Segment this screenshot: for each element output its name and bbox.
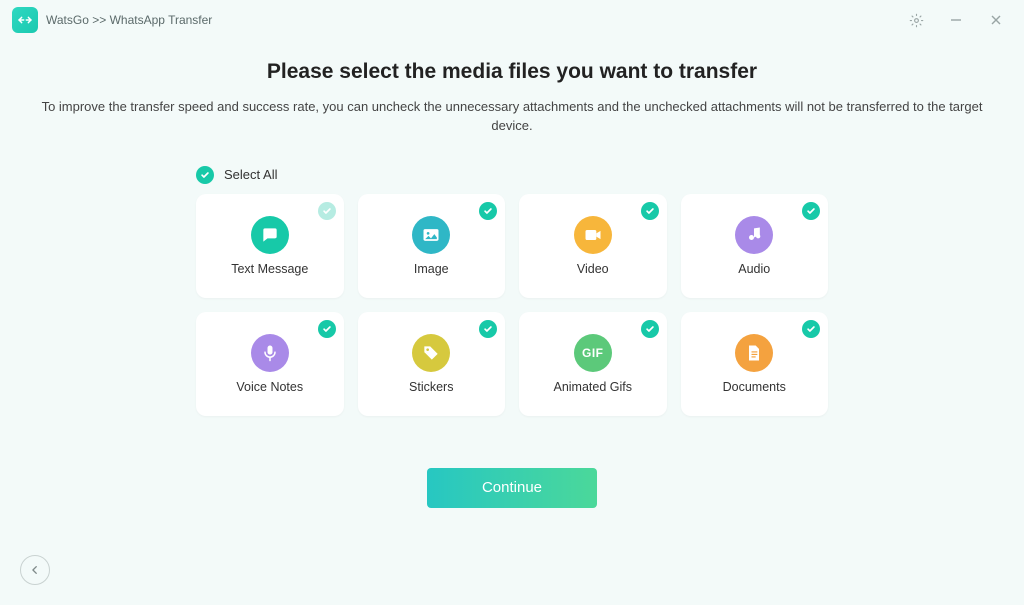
media-card-checkbox[interactable] <box>802 320 820 338</box>
logo-icon <box>17 12 33 28</box>
page-subtitle: To improve the transfer speed and succes… <box>0 98 1024 136</box>
minimize-button[interactable] <box>936 5 976 35</box>
audio-icon <box>735 216 773 254</box>
media-card[interactable]: Image <box>358 194 506 298</box>
media-card[interactable]: Stickers <box>358 312 506 416</box>
check-icon <box>483 206 493 216</box>
check-icon <box>322 324 332 334</box>
media-card-label: Audio <box>738 262 770 276</box>
media-grid: Text Message Image Video Audio Voice Notes St… <box>196 194 828 416</box>
media-card[interactable]: GIF Animated Gifs <box>519 312 667 416</box>
media-card-label: Stickers <box>409 380 453 394</box>
media-card-label: Image <box>414 262 449 276</box>
media-card[interactable]: Voice Notes <box>196 312 344 416</box>
chevron-left-icon <box>30 565 40 575</box>
media-card-label: Text Message <box>231 262 308 276</box>
media-card-checkbox[interactable] <box>318 202 336 220</box>
select-all-label: Select All <box>224 167 277 182</box>
chat-icon <box>251 216 289 254</box>
media-card[interactable]: Text Message <box>196 194 344 298</box>
tag-icon <box>412 334 450 372</box>
media-card-checkbox[interactable] <box>479 320 497 338</box>
check-icon <box>806 324 816 334</box>
media-card-label: Animated Gifs <box>553 380 632 394</box>
titlebar-right <box>896 5 1016 35</box>
back-button[interactable] <box>20 555 50 585</box>
continue-button[interactable]: Continue <box>427 468 597 508</box>
check-icon <box>645 206 655 216</box>
select-all-row[interactable]: Select All <box>196 166 828 184</box>
media-card-checkbox[interactable] <box>641 320 659 338</box>
media-card-checkbox[interactable] <box>641 202 659 220</box>
check-icon <box>483 324 493 334</box>
minimize-icon <box>950 14 962 26</box>
select-all-checkbox[interactable] <box>196 166 214 184</box>
content: Select All Text Message Image Video Audio Vo… <box>0 166 1024 508</box>
media-card-checkbox[interactable] <box>318 320 336 338</box>
document-icon <box>735 334 773 372</box>
gif-icon: GIF <box>574 334 612 372</box>
media-card-checkbox[interactable] <box>479 202 497 220</box>
app-name: WatsGo <box>46 13 89 27</box>
media-card-label: Video <box>577 262 609 276</box>
check-icon <box>200 170 210 180</box>
media-card-label: Documents <box>723 380 786 394</box>
mic-icon <box>251 334 289 372</box>
video-icon <box>574 216 612 254</box>
page-title: Please select the media files you want t… <box>0 60 1024 84</box>
media-card-label: Voice Notes <box>236 380 303 394</box>
media-card[interactable]: Audio <box>681 194 829 298</box>
titlebar-left: WatsGo >> WhatsApp Transfer <box>12 7 212 33</box>
app-logo <box>12 7 38 33</box>
close-button[interactable] <box>976 5 1016 35</box>
settings-button[interactable] <box>896 5 936 35</box>
media-card-checkbox[interactable] <box>802 202 820 220</box>
gear-icon <box>909 13 924 28</box>
titlebar: WatsGo >> WhatsApp Transfer <box>0 0 1024 40</box>
breadcrumb-separator: >> <box>89 13 110 27</box>
close-icon <box>990 14 1002 26</box>
media-card[interactable]: Documents <box>681 312 829 416</box>
image-icon <box>412 216 450 254</box>
check-icon <box>322 206 332 216</box>
check-icon <box>806 206 816 216</box>
check-icon <box>645 324 655 334</box>
screen-name: WhatsApp Transfer <box>110 13 213 27</box>
breadcrumb: WatsGo >> WhatsApp Transfer <box>46 13 212 27</box>
media-card[interactable]: Video <box>519 194 667 298</box>
continue-label: Continue <box>482 479 542 496</box>
